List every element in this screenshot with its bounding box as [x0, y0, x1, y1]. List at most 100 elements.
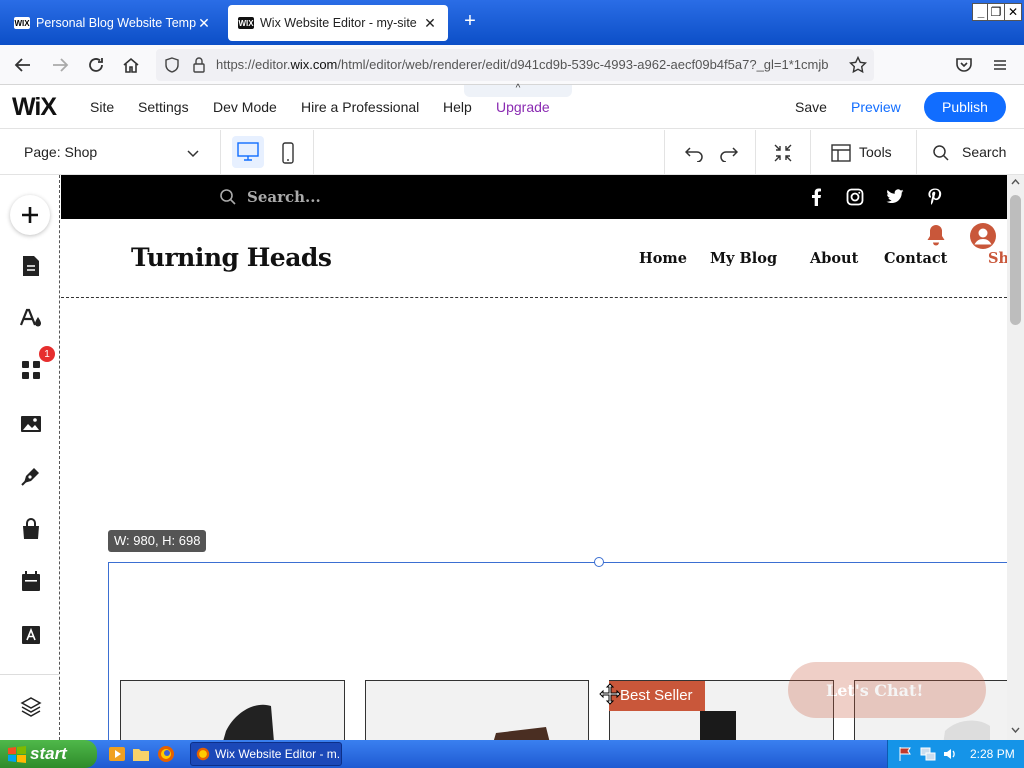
facebook-icon[interactable] [806, 187, 826, 207]
forward-icon[interactable] [49, 54, 71, 76]
site-title[interactable]: Turning Heads [131, 243, 332, 272]
scrollbar-thumb[interactable] [1010, 195, 1021, 325]
menu-site[interactable]: Site [90, 99, 114, 115]
back-icon[interactable] [12, 54, 34, 76]
new-tab-button[interactable]: + [458, 10, 482, 33]
zoom-out-icon[interactable] [771, 141, 795, 165]
vertical-scrollbar[interactable] [1007, 175, 1024, 740]
taskbar-window-title: Wix Website Editor - m... [215, 747, 342, 761]
notification-bell-icon[interactable] [925, 223, 947, 247]
publish-button[interactable]: Publish [924, 92, 1006, 122]
design-theme-icon[interactable] [18, 305, 44, 331]
home-icon[interactable] [120, 54, 142, 76]
undo-icon[interactable] [683, 141, 707, 165]
lock-icon[interactable] [192, 57, 206, 73]
instagram-icon[interactable] [845, 187, 865, 207]
firefox-icon [196, 747, 210, 761]
divider [916, 130, 917, 175]
product-card[interactable] [120, 680, 345, 740]
menu-help[interactable]: Help [443, 99, 472, 115]
bookmark-star-icon[interactable] [847, 54, 869, 76]
tab-personal-blog[interactable]: WIX Personal Blog Website Templates | ✕ [4, 4, 222, 42]
reload-icon[interactable] [85, 54, 107, 76]
clock: 2:28 PM [970, 747, 1015, 761]
apps-icon[interactable] [18, 357, 44, 383]
media-player-icon[interactable] [108, 745, 126, 763]
wix-logo[interactable]: WiX [12, 93, 57, 122]
tab-wix-editor[interactable]: WIX Wix Website Editor - my-site ✕ [228, 5, 448, 41]
chat-button[interactable]: Let's Chat! [788, 662, 986, 718]
product-image [223, 704, 274, 740]
move-cursor-icon [599, 683, 621, 705]
pocket-icon[interactable] [953, 54, 975, 76]
site-top-strip[interactable]: Search... [61, 175, 1007, 219]
address-bar[interactable]: https://editor.wix.com/html/editor/web/r… [156, 49, 874, 81]
dimension-label: W: 980, H: 698 [108, 530, 207, 552]
folder-icon[interactable] [132, 745, 150, 763]
store-bag-icon[interactable] [18, 516, 44, 542]
close-tab-icon[interactable]: ✕ [196, 15, 212, 32]
desktop-view-button[interactable] [232, 136, 264, 168]
close-window-button[interactable]: ✕ [1004, 3, 1022, 21]
header-boundary-line [61, 297, 1007, 298]
page-selector[interactable]: Page: Shop [24, 144, 97, 160]
network-icon[interactable] [920, 746, 936, 762]
divider [664, 130, 665, 175]
collapse-toolbar-handle[interactable]: ^ [464, 84, 572, 97]
security-flag-icon[interactable] [898, 746, 914, 762]
volume-icon[interactable] [942, 746, 958, 762]
blog-pen-icon[interactable] [18, 463, 44, 489]
my-business-icon[interactable] [18, 621, 44, 647]
taskbar-firefox-window[interactable]: Wix Website Editor - m... [190, 742, 342, 766]
close-tab-icon[interactable]: ✕ [422, 15, 438, 32]
mobile-view-icon[interactable] [276, 141, 300, 165]
plus-icon [22, 207, 38, 223]
search-icon[interactable] [929, 141, 953, 165]
divider [0, 674, 60, 675]
scroll-up-arrow-icon[interactable] [1011, 179, 1020, 185]
preview-button[interactable]: Preview [851, 99, 901, 115]
tools-icon[interactable] [829, 141, 853, 165]
site-nav-home[interactable]: Home [639, 250, 687, 267]
layers-icon[interactable] [18, 694, 44, 720]
redo-icon[interactable] [716, 141, 740, 165]
save-button[interactable]: Save [795, 99, 827, 115]
menu-upgrade[interactable]: Upgrade [496, 99, 550, 115]
menu-hire-professional[interactable]: Hire a Professional [301, 99, 419, 115]
site-search-bar[interactable]: Search... [219, 188, 321, 206]
windows-logo-icon [8, 746, 26, 763]
site-nav-contact[interactable]: Contact [884, 250, 947, 267]
search-button[interactable]: Search [962, 144, 1006, 160]
bookings-calendar-icon[interactable] [18, 568, 44, 594]
best-seller-ribbon: Best Seller [609, 681, 705, 711]
member-avatar-icon[interactable] [969, 222, 997, 250]
menu-settings[interactable]: Settings [138, 99, 189, 115]
menu-dev-mode[interactable]: Dev Mode [213, 99, 277, 115]
restore-window-button[interactable]: ❐ [987, 3, 1005, 21]
tools-button[interactable]: Tools [859, 144, 892, 160]
product-card[interactable] [365, 680, 589, 740]
site-nav-my-blog[interactable]: My Blog [710, 250, 777, 267]
start-button[interactable]: start [0, 740, 97, 768]
chevron-down-icon[interactable] [181, 141, 205, 165]
browser-tab-strip: WIX Personal Blog Website Templates | ✕ … [0, 0, 1024, 45]
twitter-icon[interactable] [885, 187, 905, 207]
firefox-icon[interactable] [157, 745, 175, 763]
hamburger-menu-icon[interactable] [989, 54, 1011, 76]
product-image [493, 727, 550, 740]
pages-icon[interactable] [18, 253, 44, 279]
tab-title: Personal Blog Website Templates | [36, 16, 196, 30]
chat-label: Let's Chat! [826, 680, 924, 700]
site-nav-shop[interactable]: Sh [988, 250, 1007, 267]
media-icon[interactable] [18, 411, 44, 437]
wix-favicon-icon: WIX [14, 17, 30, 29]
shield-icon[interactable] [164, 57, 180, 73]
add-elements-button[interactable] [10, 195, 50, 235]
resize-handle[interactable] [594, 557, 604, 567]
tab-title: Wix Website Editor - my-site [260, 16, 417, 30]
site-nav-about[interactable]: About [810, 250, 858, 267]
pinterest-icon[interactable] [925, 187, 945, 207]
desktop-icon [237, 142, 259, 162]
scroll-down-arrow-icon[interactable] [1011, 727, 1020, 733]
editor-canvas[interactable]: Search... Turning Heads Home My Blog Abo… [61, 175, 1007, 740]
